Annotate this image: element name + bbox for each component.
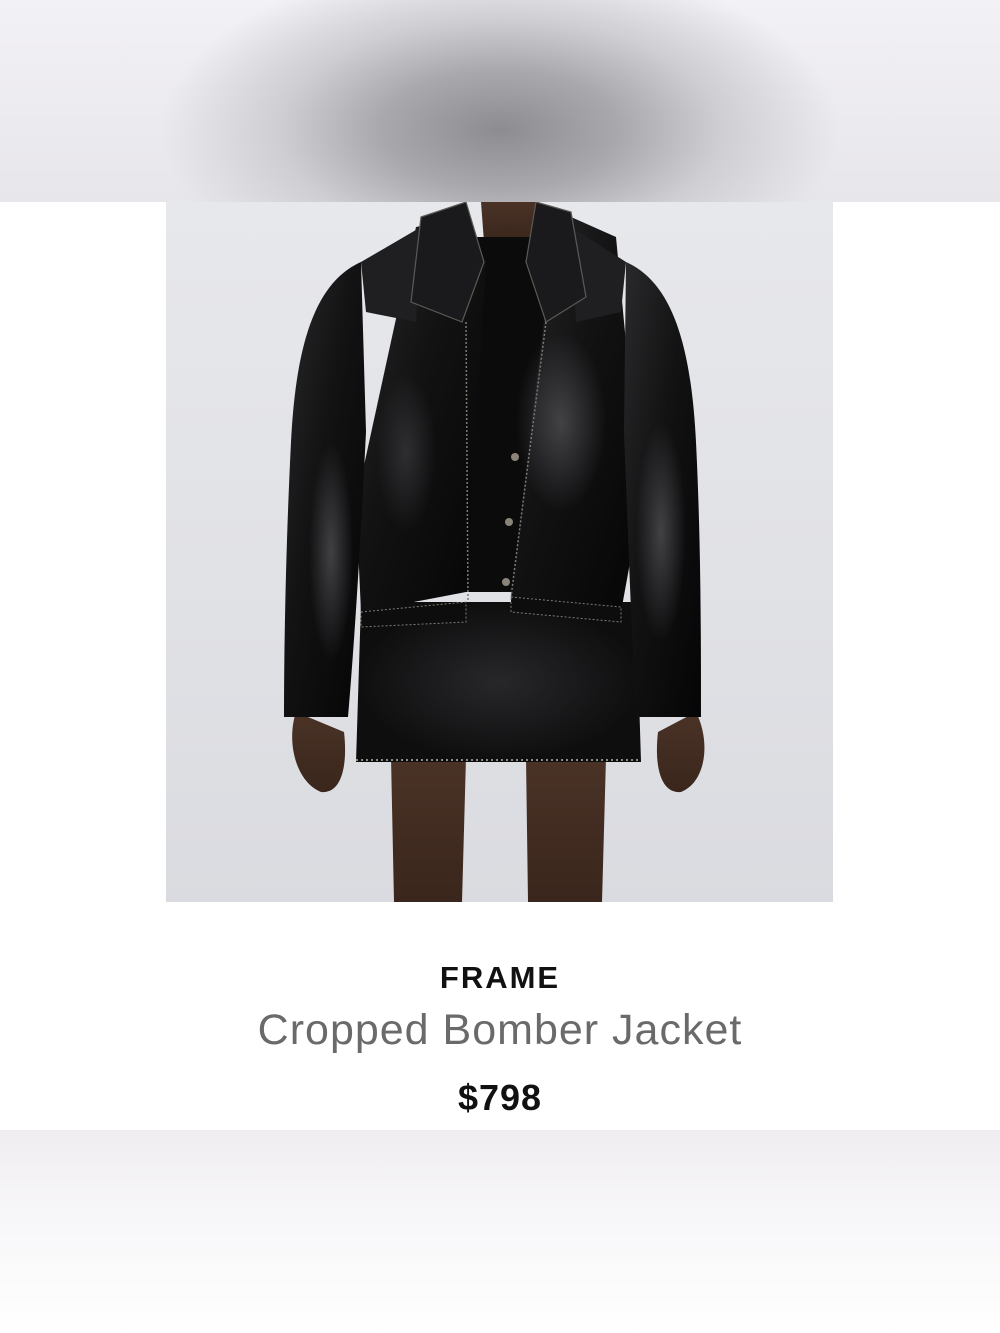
- blurred-background-top: [0, 0, 1000, 202]
- product-image[interactable]: [166, 202, 833, 902]
- product-price: $798: [457, 1077, 543, 1118]
- jacket-illustration: [284, 202, 705, 902]
- blurred-background-bottom: [0, 1130, 1000, 1333]
- brand-name[interactable]: FRAME: [0, 960, 1000, 996]
- page: FRAME Cropped Bomber Jacket $798: [0, 0, 1000, 1333]
- product-card[interactable]: FRAME Cropped Bomber Jacket $798: [0, 202, 1000, 1130]
- product-title[interactable]: Cropped Bomber Jacket: [0, 1006, 1000, 1055]
